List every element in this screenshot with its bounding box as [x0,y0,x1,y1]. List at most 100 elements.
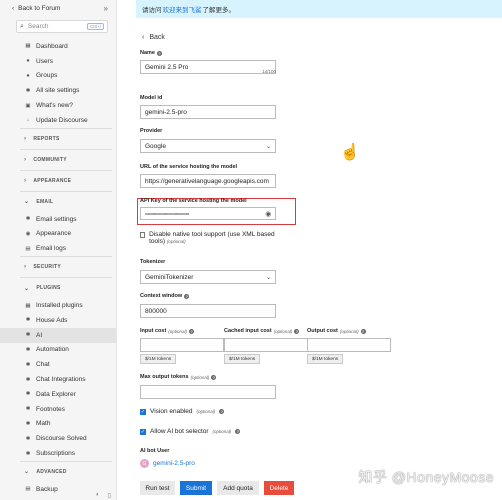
chevron-right-icon: › [24,156,27,163]
sidebar-item-label: Groups [36,72,58,80]
gear-icon: ✱ [25,216,31,223]
puzzle-icon: ▦ [25,302,31,309]
url-label: URL of the service hosting the model [140,164,238,170]
back-to-forum-link[interactable]: ‹ Back to Forum [12,5,104,12]
help-icon[interactable]: ? [156,50,162,56]
sidebar-item-what-s-new[interactable]: ▣ What's new? [0,98,116,113]
help-icon[interactable]: ? [184,293,190,299]
sidebar-item-label: Users [36,57,53,65]
provider-select[interactable]: Google ⌄ [140,139,276,153]
help-icon[interactable]: ? [211,374,217,380]
section-label: ADVANCED [36,468,67,475]
house-icon: ✱ [25,317,31,324]
sidebar-item-appearance[interactable]: ◉ Appearance [0,227,116,242]
sidebar-item-label: Chat [36,361,50,369]
input-cost-input[interactable] [140,338,224,352]
sidebar-item-groups[interactable]: ● Groups [0,69,116,84]
chevron-down-icon: ⌄ [24,285,30,292]
name-input[interactable]: Gemini 2.5 Pro [140,60,276,74]
sidebar-item-math[interactable]: ✱ Math [0,417,116,432]
chevron-down-icon: ⌄ [24,469,30,476]
sidebar-item-users[interactable]: ● Users [0,54,116,69]
banner-text: 请访问 [142,7,162,14]
context-window-label: Context window [140,293,183,299]
context-window-input[interactable]: 800000 [140,304,276,318]
sidebar-section-community[interactable]: › COMMUNITY [0,150,116,170]
back-to-forum-label: Back to Forum [18,5,61,12]
sidebar-item-label: All site settings [36,87,80,95]
sidebar-item-installed-plugins[interactable]: ▦ Installed plugins [0,298,116,313]
output-cost-input[interactable] [307,338,391,352]
sidebar-item-chat-integrations[interactable]: ✱ Chat Integrations [0,372,116,387]
sidebar-item-data-explorer[interactable]: ✱ Data Explorer [0,387,116,402]
help-icon[interactable]: ? [219,409,225,414]
sidebar-item-automation[interactable]: ✱ Automation [0,343,116,358]
sidebar-item-label: Math [36,420,51,428]
model-id-label: Model id [140,95,163,101]
input-cost-label: Input cost [140,328,167,334]
url-input[interactable]: https://generativelanguage.googleapis.co… [140,174,276,188]
back-label: Back [149,33,165,41]
tokenizer-select[interactable]: GeminiTokenizer ⌄ [140,270,276,284]
api-key-input[interactable]: ••••••••••••••••••••••••••••••••••••••••… [140,207,276,220]
eye-icon[interactable]: ◉ [265,210,271,218]
sidebar-section-plugins[interactable]: ⌄ PLUGINS [0,278,116,298]
model-id-input[interactable]: gemini-2.5-pro [140,105,276,119]
sidebar-item-house-ads[interactable]: ✱ House Ads [0,313,116,328]
sidebar-item-update-discourse[interactable]: ↓ Update Discourse [0,113,116,128]
api-key-label: API Key of the service hosting the model [140,198,247,204]
bot-user-link[interactable]: G gemini-2.5-pro [140,459,276,468]
sidebar-item-all-site-settings[interactable]: ✱ All site settings [0,83,116,98]
sidebar-section-email[interactable]: ⌄ EMAIL [0,192,116,212]
max-output-input[interactable] [140,385,276,399]
mouse-cursor-icon: ☝ [340,144,360,161]
sidebar-section-security[interactable]: › SECURITY [0,257,116,277]
sidebar-section-advanced[interactable]: ⌄ ADVANCED [0,462,116,482]
sidebar-search[interactable]: ⌕ Search Ctrl+/ [16,20,108,33]
sidebar-item-dashboard[interactable]: ▦ Dashboard [0,39,116,54]
sidebar-item-label: AI [36,331,43,339]
sidebar-section-appearance[interactable]: › APPEARANCE [0,171,116,191]
section-label: EMAIL [36,198,54,205]
native-tools-label: Disable native tool support (use XML bas… [149,231,276,245]
sidebar-item-email-settings[interactable]: ✱ Email settings [0,212,116,227]
chevron-left-icon: ‹ [12,5,15,12]
sidebar-item-label: Dashboard [36,42,68,50]
native-tools-checkbox[interactable] [140,232,146,238]
help-icon[interactable]: ? [235,429,241,434]
output-cost-unit: $/1M tokens [307,354,344,364]
section-label: PLUGINS [36,285,61,292]
help-icon[interactable]: ? [189,328,195,334]
collapse-sidebar-icon[interactable]: » [104,4,108,13]
sidebar-item-email-logs[interactable]: ▤ Email logs [0,241,116,256]
submit-button[interactable]: Submit [180,481,212,495]
sidebar-item-discourse-solved[interactable]: ✱ Discourse Solved [0,431,116,446]
help-icon[interactable]: ? [294,328,300,334]
sidebar-item-ai[interactable]: ✱ AI [0,327,116,343]
optional-tag: (optional) [212,429,232,434]
help-icon[interactable]: ? [360,328,366,334]
vision-checkbox[interactable]: ✓ [140,408,146,415]
search-input[interactable]: Search [28,23,87,30]
gear-icon: ✱ [25,87,31,94]
run-test-button[interactable]: Run test [140,481,175,495]
section-label: APPEARANCE [33,177,72,184]
sidebar-item-subscriptions[interactable]: ✱ Subscriptions [0,446,116,461]
add-quota-button[interactable]: Add quota [217,481,259,495]
sidebar-item-label: Discourse Solved [36,435,87,443]
bot-selector-checkbox[interactable]: ✓ [140,428,146,435]
sidebar-item-footnotes[interactable]: ✱ Footnotes [0,402,116,417]
sidebar-item-label: Installed plugins [36,302,83,310]
sidebar-section-reports[interactable]: › REPORTS [0,129,116,149]
groups-icon: ● [26,72,30,79]
collapse-icon[interactable]: ▯ [108,492,111,499]
chevron-left-icon: ‹ [142,33,145,41]
banner-link[interactable]: 欢迎来到飞鲨 [163,4,202,14]
delete-button[interactable]: Delete [264,481,294,495]
sidebar-header: ‹ Back to Forum » [0,0,116,17]
back-link[interactable]: ‹ Back [142,32,165,42]
cached-cost-input[interactable] [224,338,308,352]
toggle-theme-icon[interactable]: ◐ [96,492,100,499]
sidebar-item-label: House Ads [36,316,68,324]
sidebar-item-chat[interactable]: ✱ Chat [0,357,116,372]
